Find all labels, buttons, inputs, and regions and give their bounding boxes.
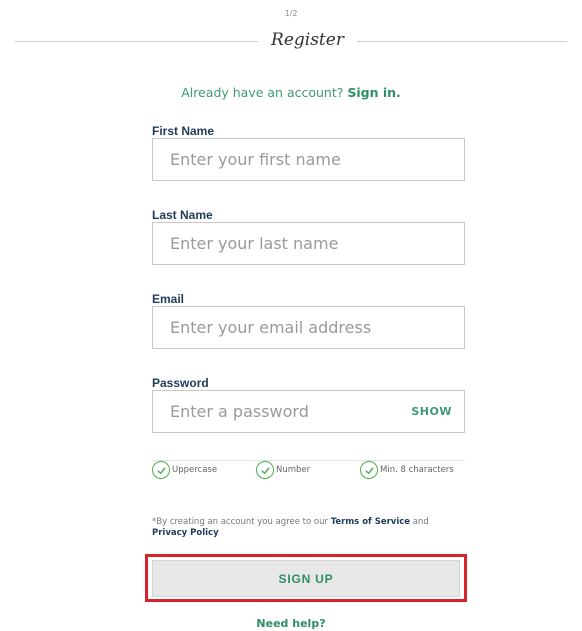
checkmark-icon xyxy=(152,461,170,479)
last-name-box xyxy=(152,222,465,265)
email-label: Email xyxy=(152,292,185,306)
password-rules: Uppercase Number Min. 8 characters xyxy=(152,460,465,480)
last-name-input[interactable] xyxy=(153,223,464,264)
terms-text: *By creating an account you agree to our… xyxy=(152,517,465,539)
terms-of-service-link[interactable]: Terms of Service xyxy=(331,517,410,527)
title-divider-right xyxy=(357,41,567,42)
password-box: SHOW xyxy=(152,390,465,433)
terms-conjunction: and xyxy=(412,517,429,527)
privacy-policy-link[interactable]: Privacy Policy xyxy=(152,528,219,538)
last-name-label: Last Name xyxy=(152,208,213,222)
email-box xyxy=(152,306,465,349)
signup-button[interactable]: SIGN UP xyxy=(152,560,460,597)
signin-row: Already have an account? Sign in. xyxy=(0,85,582,100)
rule-min-length: Min. 8 characters xyxy=(360,461,454,479)
first-name-input[interactable] xyxy=(153,139,464,180)
page-indicator: 1/2 xyxy=(284,9,298,18)
signin-prompt: Already have an account? xyxy=(181,85,344,100)
rule-uppercase: Uppercase xyxy=(152,461,217,479)
need-help-link[interactable]: Need help? xyxy=(0,617,582,630)
show-password-toggle[interactable]: SHOW xyxy=(411,405,452,418)
password-label: Password xyxy=(152,376,209,390)
rule-number: Number xyxy=(256,461,310,479)
title-divider-left xyxy=(15,41,258,42)
checkmark-icon xyxy=(256,461,274,479)
first-name-label: First Name xyxy=(152,124,215,138)
rule-label: Uppercase xyxy=(172,465,218,475)
checkmark-icon xyxy=(360,461,378,479)
page-title: Register xyxy=(271,30,344,50)
first-name-box xyxy=(152,138,465,181)
title-row: Register xyxy=(0,30,582,52)
rule-label: Min. 8 characters xyxy=(380,465,454,475)
signin-link[interactable]: Sign in. xyxy=(347,85,400,100)
email-input[interactable] xyxy=(153,307,464,348)
terms-prefix: *By creating an account you agree to our xyxy=(152,517,328,527)
rule-label: Number xyxy=(276,465,311,475)
